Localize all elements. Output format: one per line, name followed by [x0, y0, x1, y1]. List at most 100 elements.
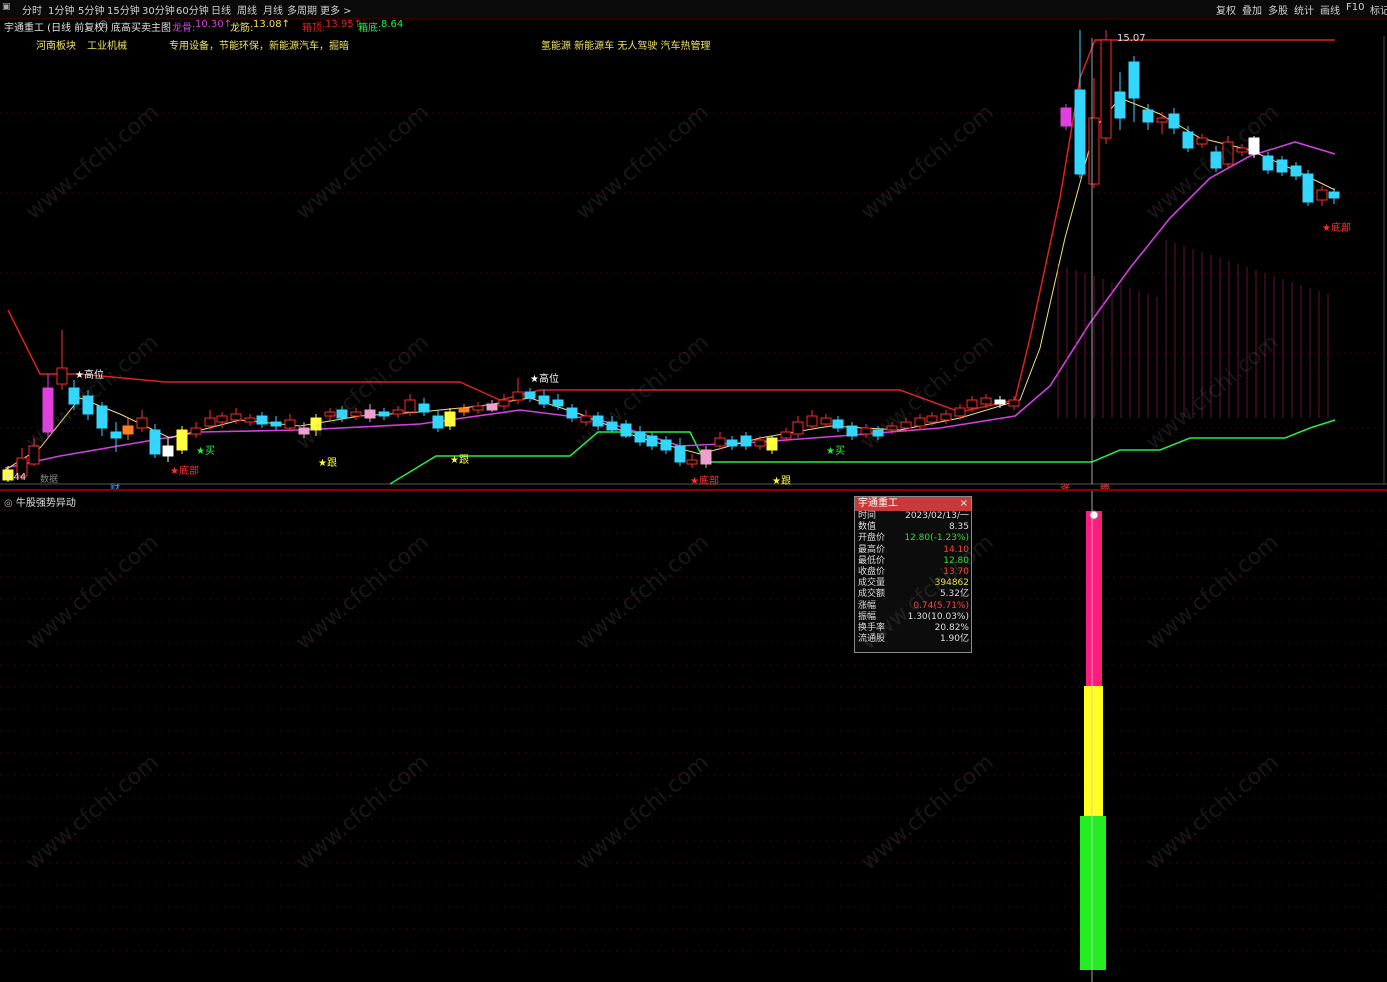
candle-body: [940, 413, 952, 421]
candle-body: [122, 425, 134, 435]
period-tab-9[interactable]: 多周期: [287, 2, 317, 17]
candle-body: [700, 449, 712, 465]
popup-row-key: 涨幅: [858, 600, 877, 611]
candle-body: [980, 397, 992, 405]
candle-body: [766, 437, 778, 451]
concept-tags: 专用设备，节能环保，新能源汽车，掘暗: [169, 41, 349, 52]
candle-body: [378, 411, 390, 417]
candle-body: [230, 413, 242, 421]
candle-body: [298, 427, 310, 435]
candle-body: [1088, 117, 1100, 185]
candle-body: [886, 425, 898, 431]
candle-body: [512, 391, 524, 401]
candle-body: [472, 405, 484, 411]
candle-body: [1128, 61, 1140, 99]
lower-panel-title-text: 牛股强势异动: [15, 498, 76, 509]
data-marker: 数据: [40, 473, 58, 485]
candle-body: [432, 415, 444, 429]
candle-body: [754, 439, 766, 447]
toolbar-right-item-1[interactable]: 叠加: [1242, 2, 1262, 17]
period-tab-1[interactable]: 1分钟: [48, 2, 74, 17]
candle-body: [364, 409, 376, 419]
candle-body: [872, 429, 884, 437]
candle-body: [832, 419, 844, 429]
bottom-marker: ★底部: [170, 464, 199, 477]
candle-body: [28, 445, 40, 465]
toolbar-right-item-4[interactable]: 画线: [1320, 2, 1340, 17]
candle-body: [190, 427, 202, 435]
period-tab-0[interactable]: 分时: [22, 2, 42, 17]
popup-row: 成交量 394862: [855, 578, 971, 589]
lower-indicator-chart[interactable]: [0, 491, 1387, 982]
momentum-bar-pink: [1086, 511, 1102, 686]
follow-marker: ★跟: [450, 454, 469, 466]
popup-row-key: 最高价: [858, 544, 886, 555]
candle-body: [110, 431, 122, 439]
popup-row-key: 成交量: [858, 578, 886, 589]
candle-body: [42, 387, 54, 433]
surge-marker: 腾: [1100, 482, 1110, 489]
candle-body: [1262, 155, 1274, 171]
candle-body: [1222, 141, 1234, 165]
popup-row-key: 收盘价: [858, 566, 886, 577]
period-tab-4[interactable]: 30分钟: [142, 2, 175, 17]
period-tab-6[interactable]: 日线: [211, 2, 231, 17]
buy-marker: ★买: [196, 445, 215, 457]
candle-body: [310, 417, 322, 431]
period-tab-3[interactable]: 15分钟: [107, 2, 140, 17]
follow-marker: ★跟: [318, 457, 337, 469]
popup-row: 数值 8.35: [855, 522, 971, 533]
period-tab-5[interactable]: 60分钟: [176, 2, 209, 17]
candle-body: [1060, 107, 1072, 127]
ma-short-line: [4, 97, 1336, 471]
candle-body: [216, 415, 228, 423]
lower-panel-title: ◎ 牛股强势异动: [4, 494, 76, 509]
popup-row-value: 5.32亿: [939, 589, 969, 600]
period-tab-10[interactable]: 更多 >: [320, 2, 352, 17]
toolbar-right-item-0[interactable]: 复权: [1216, 2, 1236, 17]
candle-body: [900, 421, 912, 429]
candle-body: [392, 409, 404, 415]
popup-row: 涨幅 0.74(5.71%): [855, 601, 971, 612]
candle-body: [726, 439, 738, 447]
candle-body: [820, 417, 832, 425]
popup-row: 最高价 14.10: [855, 545, 971, 556]
popup-row-value: 13.70: [943, 566, 969, 577]
candle-body: [552, 399, 564, 407]
popup-row: 时间 2023/02/13/一: [855, 511, 971, 522]
period-tab-8[interactable]: 月线: [263, 2, 283, 17]
menu-icon[interactable]: ▣: [2, 2, 11, 12]
candle-body: [994, 399, 1006, 405]
toolbar-right-item-3[interactable]: 统计: [1294, 2, 1314, 17]
concept-tags-right: 氢能源 新能源车 无人驾驶 汽车热管理: [541, 41, 711, 52]
popup-row: 收盘价 13.70: [855, 567, 971, 578]
candle-body: [792, 421, 804, 435]
candle-body: [1236, 147, 1248, 153]
kline-main-chart[interactable]: 15.078.44★高位★高位★底部★底部★底部★买★买★跟★跟★跟财涨腾数据: [0, 18, 1387, 489]
popup-row-value: 0.74(5.71%): [913, 600, 969, 611]
candle-body: [1100, 39, 1112, 139]
candle-body: [846, 425, 858, 437]
candle-body: [780, 431, 792, 439]
popup-row-key: 振幅: [858, 611, 877, 622]
high-price-label: 15.07: [1117, 33, 1146, 44]
popup-row-key: 换手率: [858, 622, 886, 633]
close-icon[interactable]: ×: [960, 497, 968, 511]
candle-body: [418, 403, 430, 413]
data-popup: 宇通重工 × 时间 2023/02/13/一 数值 8.35 开盘价 12.80(-1.2…: [854, 496, 972, 653]
candle-body: [1328, 191, 1340, 199]
candle-body: [56, 367, 68, 385]
candle-body: [646, 435, 658, 447]
period-tab-2[interactable]: 5分钟: [78, 2, 104, 17]
candle-body: [204, 417, 216, 427]
toolbar-right-item-2[interactable]: 多股: [1268, 2, 1288, 17]
low-price-label: 8.44: [4, 472, 26, 483]
popup-row-key: 时间: [858, 511, 877, 521]
toolbar-right-item-5[interactable]: F10: [1346, 2, 1364, 13]
toolbar-right-item-6[interactable]: 标记: [1370, 2, 1387, 17]
industry-tag: 工业机械: [87, 41, 127, 52]
period-tab-7[interactable]: 周线: [237, 2, 257, 17]
popup-row-value: 8.35: [948, 522, 969, 533]
momentum-top-marker: [1089, 510, 1099, 520]
lower-gear-icon[interactable]: ◎: [4, 498, 13, 509]
